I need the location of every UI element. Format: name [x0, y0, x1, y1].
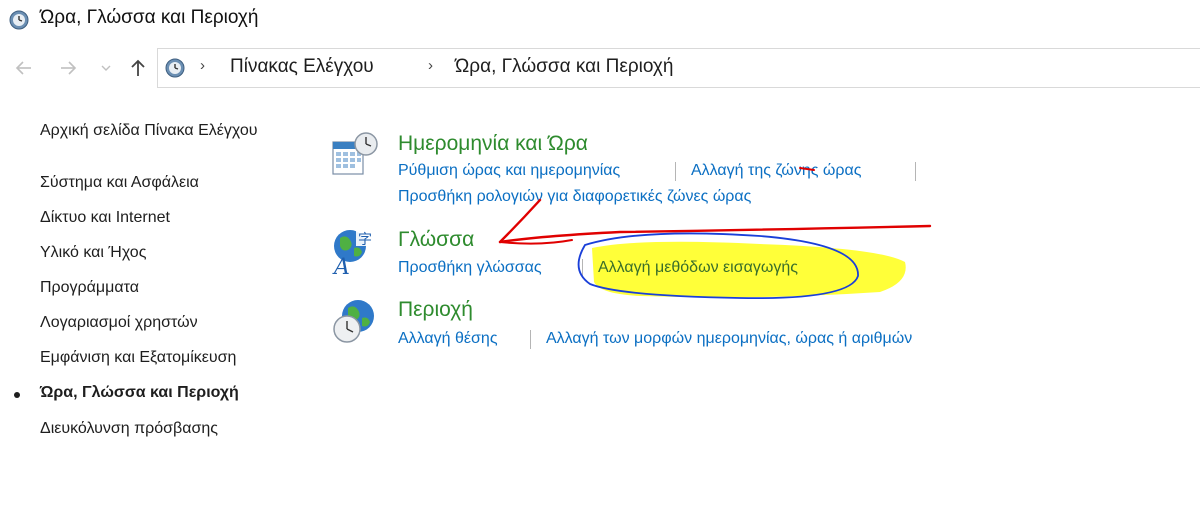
globe-clock-icon	[333, 300, 374, 343]
svg-text:A: A	[332, 255, 350, 276]
address-bar[interactable]: › Πίνακας Ελέγχου › Ώρα, Γλώσσα και Περι…	[157, 48, 1200, 88]
title-bar: Ώρα, Γλώσσα και Περιοχή	[0, 0, 1200, 40]
svg-text:字: 字	[358, 232, 372, 248]
breadcrumb-separator: ›	[428, 57, 433, 74]
calendar-clock-icon	[332, 132, 378, 175]
link-change-input-methods[interactable]: Αλλαγή μεθόδων εισαγωγής	[598, 259, 798, 277]
sidebar-item-ease-of-access[interactable]: Διευκόλυνση πρόσβασης	[40, 420, 218, 438]
link-change-time-zone[interactable]: Αλλαγή της ζώνης ώρας	[691, 162, 861, 180]
arrow-up-icon	[131, 59, 145, 76]
forward-button[interactable]	[58, 58, 78, 78]
link-separator	[582, 259, 583, 278]
sidebar-item-system-security[interactable]: Σύστημα και Ασφάλεια	[40, 174, 199, 192]
arrow-right-icon	[61, 61, 77, 75]
globe-language-icon: 字 A	[332, 230, 376, 276]
back-button[interactable]	[14, 58, 34, 78]
sidebar-item-hardware-sound[interactable]: Υλικό και Ήχος	[40, 244, 146, 262]
breadcrumb-current[interactable]: Ώρα, Γλώσσα και Περιοχή	[455, 56, 673, 78]
control-panel-icon	[165, 58, 185, 78]
link-change-formats[interactable]: Αλλαγή των μορφών ημερομηνίας, ώρας ή αρ…	[546, 330, 912, 348]
link-separator	[675, 162, 676, 181]
control-panel-clock-icon	[9, 10, 29, 30]
link-separator	[915, 162, 916, 181]
link-add-clocks[interactable]: Προσθήκη ρολογιών για διαφορετικές ζώνες…	[398, 188, 751, 206]
up-button[interactable]	[128, 58, 148, 78]
link-add-language[interactable]: Προσθήκη γλώσσας	[398, 259, 542, 277]
link-set-time-date[interactable]: Ρύθμιση ώρας και ημερομηνίας	[398, 162, 620, 180]
link-change-location[interactable]: Αλλαγή θέσης	[398, 330, 498, 348]
sidebar-item-time-language-region[interactable]: Ώρα, Γλώσσα και Περιοχή	[40, 384, 239, 402]
sidebar-item-network-internet[interactable]: Δίκτυο και Internet	[40, 209, 170, 227]
category-title-date-time[interactable]: Ημερομηνία και Ώρα	[398, 132, 588, 156]
window-title: Ώρα, Γλώσσα και Περιοχή	[40, 7, 259, 28]
breadcrumb-separator: ›	[200, 57, 205, 74]
category-title-language[interactable]: Γλώσσα	[398, 228, 474, 252]
sidebar-item-appearance[interactable]: Εμφάνιση και Εξατομίκευση	[40, 349, 236, 367]
sidebar-item-user-accounts[interactable]: Λογαριασμοί χρηστών	[40, 314, 198, 332]
current-item-bullet	[14, 392, 20, 398]
breadcrumb-control-panel[interactable]: Πίνακας Ελέγχου	[230, 56, 374, 78]
arrow-left-icon	[15, 61, 31, 75]
chevron-down-icon	[101, 65, 111, 71]
sidebar-item-programs[interactable]: Προγράμματα	[40, 279, 139, 297]
sidebar-item-control-panel-home[interactable]: Αρχική σελίδα Πίνακα Ελέγχου	[40, 122, 258, 140]
recent-locations-button[interactable]	[98, 58, 114, 78]
link-separator	[530, 330, 531, 349]
category-title-region[interactable]: Περιοχή	[398, 298, 473, 322]
